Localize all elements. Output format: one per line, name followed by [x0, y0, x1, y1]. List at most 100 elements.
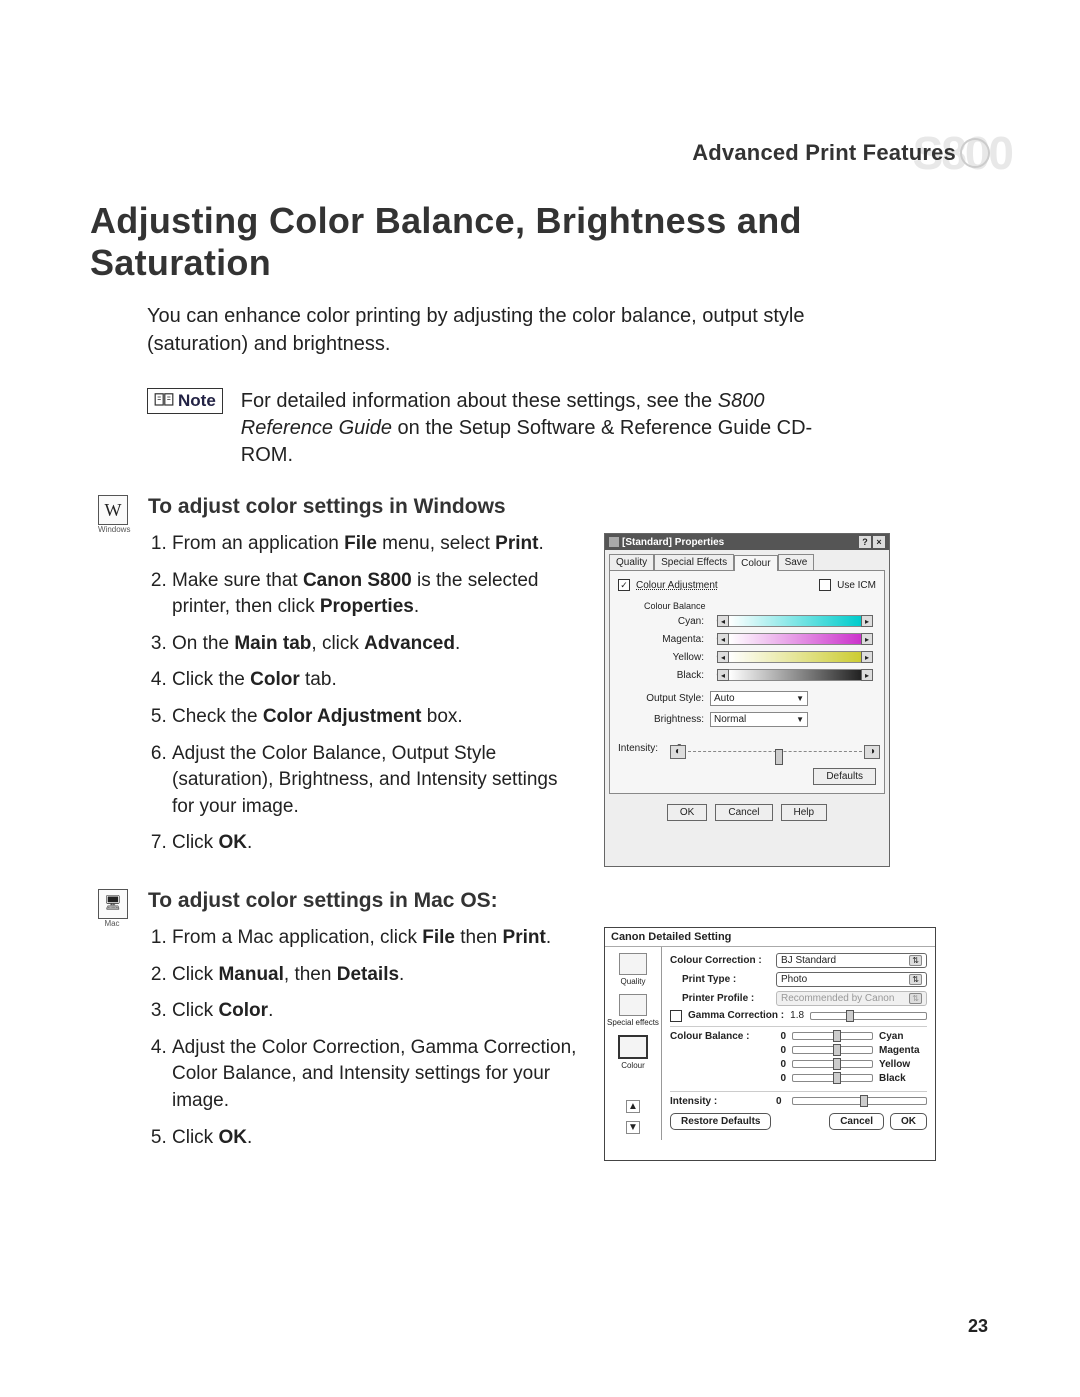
cyan-slider[interactable] [792, 1032, 873, 1040]
colour-correction-label: Colour Correction : [670, 955, 770, 966]
brightness-select[interactable]: Normal▼ [710, 712, 808, 727]
help-button[interactable]: Help [781, 804, 828, 821]
printer-profile-select: Recommended by Canon⇅ [776, 991, 927, 1006]
slider-thumb[interactable] [860, 1095, 868, 1107]
cancel-button[interactable]: Cancel [715, 804, 772, 821]
note-text: For detailed information about these set… [241, 388, 861, 469]
arrow-left-icon[interactable]: ◂ [717, 651, 729, 663]
yellow-slider[interactable]: ◂▸ [728, 651, 862, 663]
ok-button[interactable]: OK [667, 804, 707, 821]
restore-defaults-button[interactable]: Restore Defaults [670, 1113, 771, 1130]
list-item: Click Manual, then Details. [172, 962, 578, 989]
windows-properties-dialog: [Standard] Properties ? × Quality Specia… [604, 533, 890, 867]
use-icm-label: Use ICM [837, 580, 876, 591]
windows-icon: W [98, 495, 128, 525]
slider-thumb[interactable] [833, 1030, 841, 1042]
use-icm-checkbox[interactable] [819, 579, 831, 591]
print-type-select[interactable]: Photo⇅ [776, 972, 927, 987]
magenta-slider[interactable] [792, 1046, 873, 1054]
tab-save[interactable]: Save [778, 554, 815, 570]
slider-thumb[interactable] [833, 1044, 841, 1056]
chevron-down-icon: ▼ [796, 694, 804, 703]
intensity-right-icon[interactable]: ◑ [864, 745, 880, 759]
arrow-left-icon[interactable]: ◂ [717, 669, 729, 681]
magenta-label: Magenta: [644, 634, 704, 645]
yellow-slider[interactable] [792, 1060, 873, 1068]
gamma-checkbox[interactable] [670, 1010, 682, 1022]
arrow-left-icon[interactable]: ◂ [717, 633, 729, 645]
cyan-label: Cyan [879, 1031, 927, 1042]
colour-balance-label: Colour Balance : [670, 1031, 770, 1042]
tab-colour[interactable]: Colour [734, 555, 777, 571]
app-icon [609, 537, 619, 547]
tab-panel: ✓ Colour Adjustment Use ICM Colour Balan… [609, 570, 885, 794]
ok-button[interactable]: OK [890, 1113, 927, 1130]
intensity-slider[interactable]: ◐ ◑ [688, 751, 862, 752]
brightness-label: Brightness: [644, 714, 704, 725]
note-label: Note [178, 391, 216, 411]
arrow-right-icon[interactable]: ▸ [861, 669, 873, 681]
cyan-slider[interactable]: ◂▸ [728, 615, 862, 627]
black-label: Black [879, 1073, 927, 1084]
sidebar-item-special[interactable]: Special effects [607, 994, 659, 1027]
intensity-left-icon[interactable]: ◐ [670, 745, 686, 759]
list-item: Click Color. [172, 998, 578, 1025]
mac-detailed-setting-dialog: Canon Detailed Setting Quality Special e… [604, 927, 936, 1161]
list-item: Check the Color Adjustment box. [172, 704, 578, 731]
help-icon[interactable]: ? [859, 536, 871, 548]
cyan-label: Cyan: [644, 616, 704, 627]
slider-thumb[interactable] [833, 1058, 841, 1070]
arrow-left-icon[interactable]: ◂ [717, 615, 729, 627]
arrow-right-icon[interactable]: ▸ [861, 651, 873, 663]
slider-thumb[interactable] [846, 1010, 854, 1022]
intensity-label: Intensity: [618, 743, 664, 754]
section-title: Advanced Print Features [692, 140, 956, 166]
magenta-slider[interactable]: ◂▸ [728, 633, 862, 645]
output-style-label: Output Style: [644, 693, 704, 704]
slider-thumb[interactable] [775, 749, 783, 765]
dialog-titlebar[interactable]: [Standard] Properties ? × [605, 534, 889, 550]
document-page: S800 Advanced Print Features Adjusting C… [0, 0, 1080, 1397]
intensity-slider[interactable] [792, 1097, 927, 1105]
arrow-right-icon[interactable]: ▸ [861, 633, 873, 645]
windows-icon-label: Windows [98, 525, 126, 534]
colour-adjustment-checkbox[interactable]: ✓ [618, 579, 630, 591]
list-item: Click OK. [172, 830, 578, 857]
list-item: Click the Color tab. [172, 667, 578, 694]
yellow-label: Yellow [879, 1059, 927, 1070]
close-icon[interactable]: × [873, 536, 885, 548]
slider-thumb[interactable] [833, 1072, 841, 1084]
tab-special-effects[interactable]: Special Effects [654, 554, 734, 570]
list-item: Make sure that Canon S800 is the selecte… [172, 568, 578, 621]
colour-correction-select[interactable]: BJ Standard⇅ [776, 953, 927, 968]
black-slider[interactable]: ◂▸ [728, 669, 862, 681]
gamma-value: 1.8 [790, 1010, 804, 1021]
gamma-label: Gamma Correction : [688, 1010, 784, 1021]
printer-profile-label: Printer Profile : [682, 993, 770, 1004]
scroll-down-icon[interactable]: ▼ [626, 1121, 640, 1134]
mac-icon: 🖥 [98, 889, 128, 919]
black-slider[interactable] [792, 1074, 873, 1082]
list-item: Adjust the Color Correction, Gamma Corre… [172, 1035, 578, 1115]
intro-paragraph: You can enhance color printing by adjust… [147, 302, 847, 358]
sidebar-item-quality[interactable]: Quality [619, 953, 647, 986]
gamma-slider[interactable] [810, 1012, 927, 1020]
defaults-button[interactable]: Defaults [813, 768, 876, 785]
list-item: From an application File menu, select Pr… [172, 531, 578, 558]
arrow-right-icon[interactable]: ▸ [861, 615, 873, 627]
mac-icon-label: Mac [98, 919, 126, 928]
sidebar-item-colour[interactable]: Colour [618, 1035, 648, 1070]
scroll-up-icon[interactable]: ▲ [626, 1100, 640, 1113]
print-type-label: Print Type : [682, 974, 770, 985]
windows-steps: From an application File menu, select Pr… [148, 531, 578, 867]
output-style-select[interactable]: Auto▼ [710, 691, 808, 706]
cancel-button[interactable]: Cancel [829, 1113, 884, 1130]
tab-quality[interactable]: Quality [609, 554, 654, 570]
book-icon [154, 393, 174, 409]
circle-icon [960, 138, 990, 168]
colour-balance-label: Colour Balance [644, 601, 876, 611]
note-badge: Note [147, 388, 223, 414]
mac-section: 🖥 Mac To adjust color settings in Mac OS… [90, 889, 990, 1161]
dialog-title: [Standard] Properties [622, 537, 724, 548]
page-title: Adjusting Color Balance, Brightness and … [90, 200, 990, 284]
